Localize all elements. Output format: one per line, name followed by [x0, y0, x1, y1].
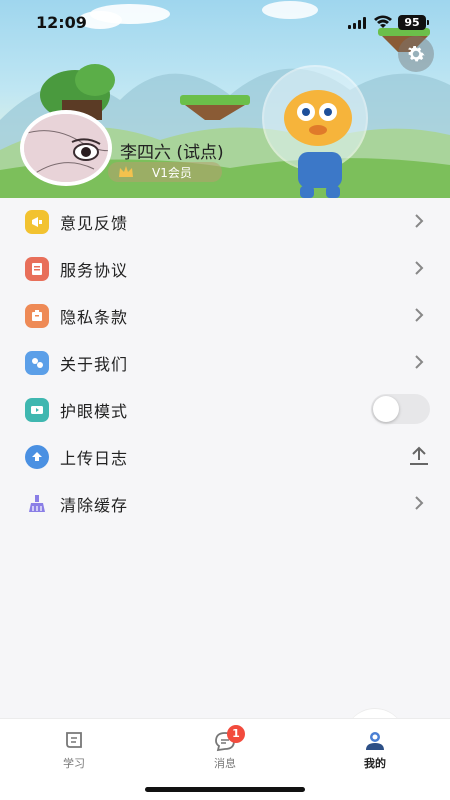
menu-label: 上传日志: [60, 449, 129, 468]
menu-label: 意见反馈: [60, 214, 129, 233]
battery-indicator: 95: [398, 15, 429, 30]
menu-label: 关于我们: [60, 355, 129, 374]
menu-item-eye-care: 护眼模式: [0, 386, 450, 433]
menu-label: 护眼模式: [60, 402, 129, 421]
tab-label: 我的: [364, 757, 386, 770]
menu-item-feedback[interactable]: 意见反馈: [0, 198, 450, 245]
settings-menu: 意见反馈 服务协议 隐私条款 关于我们 护眼模式 上传日志 清除缓存: [0, 198, 450, 718]
menu-item-upload-log[interactable]: 上传日志: [0, 433, 450, 480]
menu-label: 清除缓存: [60, 496, 129, 515]
tab-label: 学习: [63, 757, 85, 770]
menu-item-privacy[interactable]: 隐私条款: [0, 292, 450, 339]
avatar[interactable]: [20, 110, 112, 186]
eye-care-toggle[interactable]: [371, 394, 430, 424]
member-level: V1会员: [152, 166, 192, 180]
tab-messages[interactable]: 1 消息: [185, 719, 265, 779]
menu-item-service-agreement[interactable]: 服务协议: [0, 245, 450, 292]
unread-badge: 1: [227, 725, 245, 743]
user-name: 李四六 (试点): [120, 143, 224, 163]
profile-header: 12:09 95 李四六 (试点) V1会员: [0, 0, 450, 198]
tab-profile[interactable]: 我的: [335, 719, 415, 779]
status-time: 12:09: [36, 13, 87, 32]
crown-icon: [119, 166, 133, 177]
menu-label: 隐私条款: [60, 308, 129, 327]
privacy-icon: [25, 304, 49, 328]
profile-icon: [366, 732, 384, 750]
clear-cache-icon: [25, 492, 49, 516]
chevron-right-icon: [415, 355, 424, 369]
tab-label: 消息: [214, 757, 236, 770]
chevron-right-icon: [415, 308, 424, 322]
about-icon: [25, 351, 49, 375]
wifi-icon: [374, 15, 392, 28]
menu-item-about-us[interactable]: 关于我们: [0, 339, 450, 386]
status-bar: 12:09 95: [0, 0, 450, 46]
upload-icon[interactable]: [408, 446, 430, 466]
study-icon: [66, 732, 82, 748]
cellular-signal-icon: [348, 17, 366, 29]
member-badge[interactable]: V1会员: [108, 162, 222, 182]
toggle-knob: [373, 396, 399, 422]
eye-care-icon: [25, 398, 49, 422]
upload-log-icon: [25, 445, 49, 469]
menu-label: 服务协议: [60, 261, 129, 280]
home-indicator: [145, 787, 305, 792]
agreement-icon: [25, 257, 49, 281]
feedback-icon: [25, 210, 49, 234]
chevron-right-icon: [415, 496, 424, 510]
gear-icon: [408, 46, 425, 62]
settings-button[interactable]: [398, 36, 434, 72]
menu-item-clear-cache[interactable]: 清除缓存: [0, 480, 450, 527]
chevron-right-icon: [415, 214, 424, 228]
tab-study[interactable]: 学习: [34, 719, 114, 779]
chevron-right-icon: [415, 261, 424, 275]
